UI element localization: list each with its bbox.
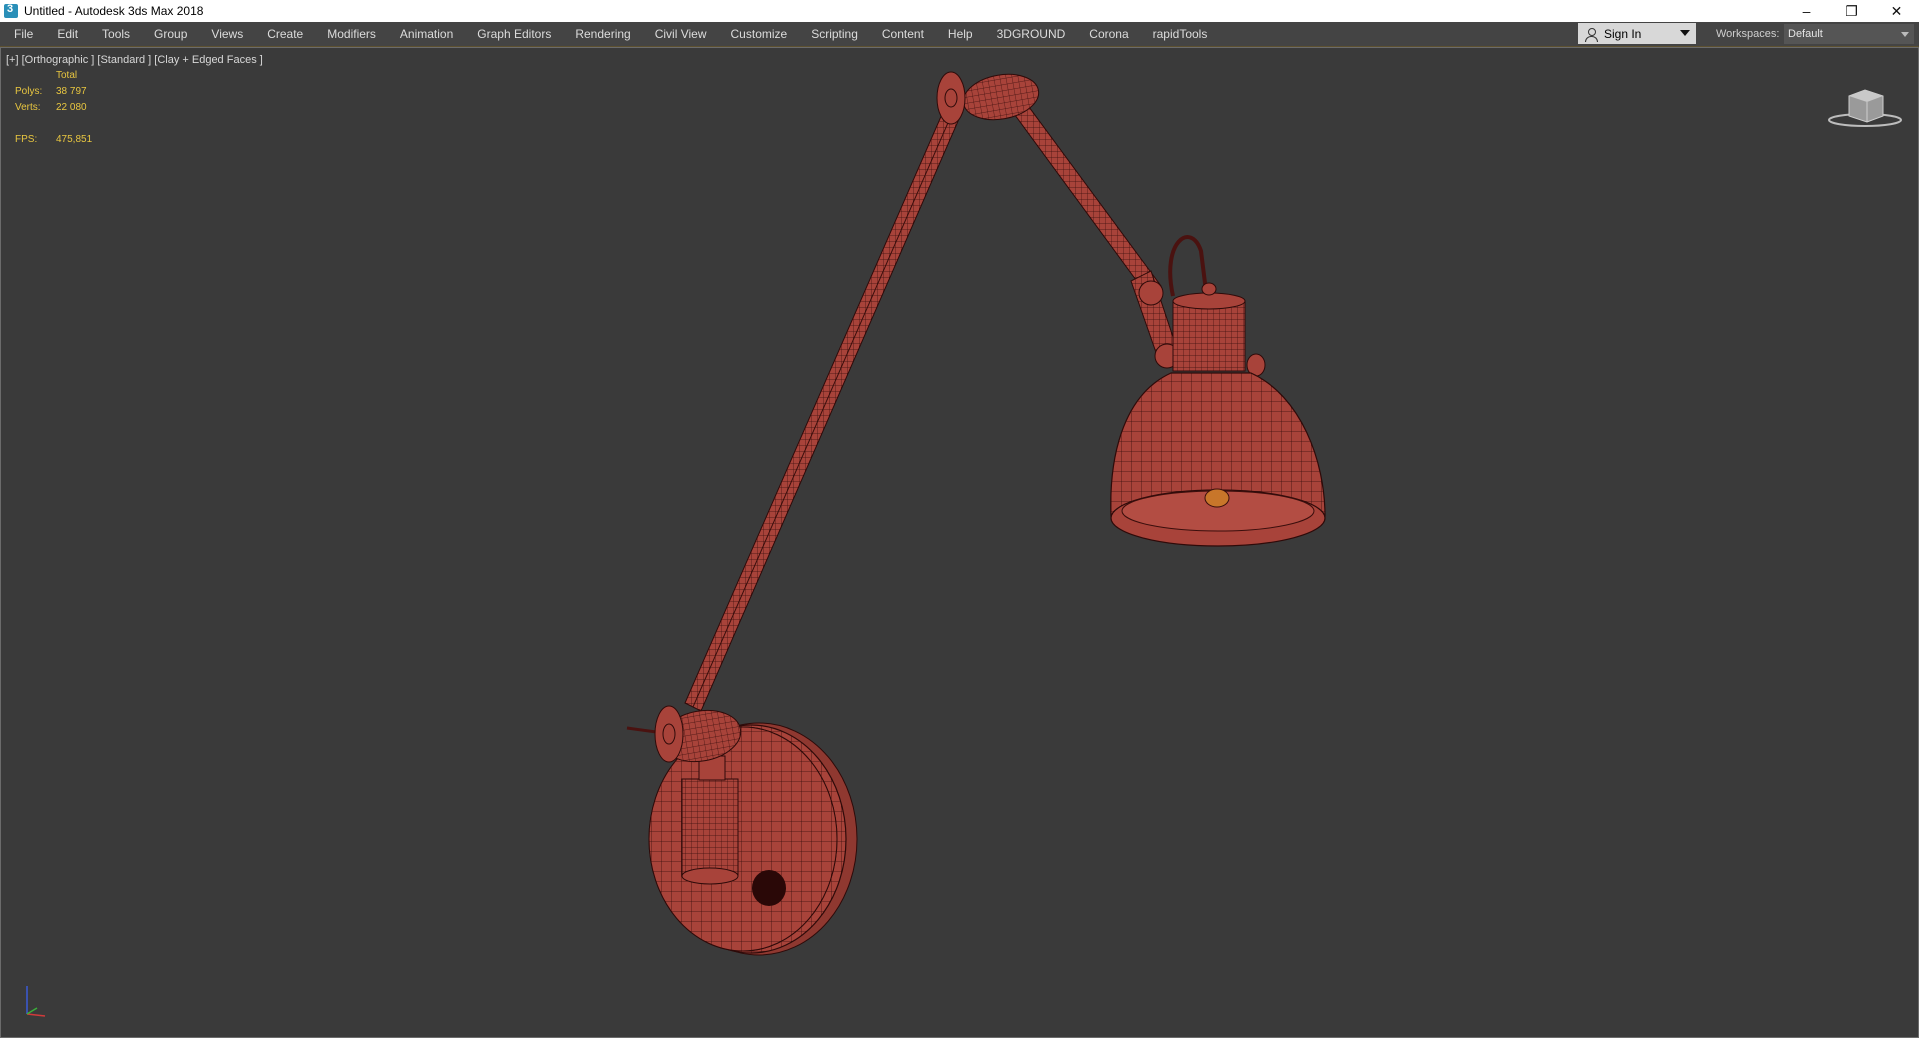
minimize-button[interactable]: –: [1784, 0, 1829, 22]
menu-rendering[interactable]: Rendering: [563, 22, 642, 46]
menu-views[interactable]: Views: [199, 22, 255, 46]
wall-lamp-model[interactable]: [1, 48, 1918, 1037]
menu-content[interactable]: Content: [870, 22, 936, 46]
window-title: Untitled - Autodesk 3ds Max 2018: [24, 4, 204, 18]
menu-customize[interactable]: Customize: [719, 22, 800, 46]
viewcube-icon[interactable]: [1827, 82, 1903, 130]
workspaces-label: Workspaces:: [1716, 28, 1780, 40]
title-bar: Untitled - Autodesk 3ds Max 2018 – ❐ ✕: [0, 0, 1919, 22]
menu-scripting[interactable]: Scripting: [799, 22, 870, 46]
menu-help[interactable]: Help: [936, 22, 985, 46]
menu-civil-view[interactable]: Civil View: [643, 22, 719, 46]
viewport-perspective[interactable]: [+] [Orthographic ] [Standard ] [Clay + …: [0, 47, 1919, 1038]
menu-animation[interactable]: Animation: [388, 22, 465, 46]
lamp-shade: [1110, 235, 1326, 547]
menu-file[interactable]: File: [0, 22, 45, 46]
workspaces-value: Default: [1788, 28, 1823, 40]
menu-tools[interactable]: Tools: [90, 22, 142, 46]
user-icon: [1584, 27, 1598, 42]
close-button[interactable]: ✕: [1874, 0, 1919, 22]
axis-tripod-icon: [26, 986, 46, 1017]
upper-arm: [1000, 87, 1162, 296]
menu-create[interactable]: Create: [255, 22, 315, 46]
sign-in-dropdown[interactable]: Sign In: [1578, 23, 1696, 44]
menu-graph-editors[interactable]: Graph Editors: [465, 22, 563, 46]
workspaces-select[interactable]: Default: [1784, 24, 1914, 44]
menu-edit[interactable]: Edit: [45, 22, 90, 46]
window-controls: – ❐ ✕: [1784, 0, 1919, 22]
lower-arm: [684, 88, 970, 712]
menu-corona[interactable]: Corona: [1077, 22, 1140, 46]
sign-in-label: Sign In: [1604, 26, 1642, 41]
app-icon: [4, 3, 18, 18]
menu-3dground[interactable]: 3DGROUND: [985, 22, 1078, 46]
chevron-down-icon: [1680, 30, 1690, 36]
chevron-down-icon: [1901, 32, 1909, 37]
restore-button[interactable]: ❐: [1829, 0, 1874, 22]
menu-modifiers[interactable]: Modifiers: [315, 22, 388, 46]
menu-rapidtools[interactable]: rapidTools: [1141, 22, 1220, 46]
menu-group[interactable]: Group: [142, 22, 199, 46]
